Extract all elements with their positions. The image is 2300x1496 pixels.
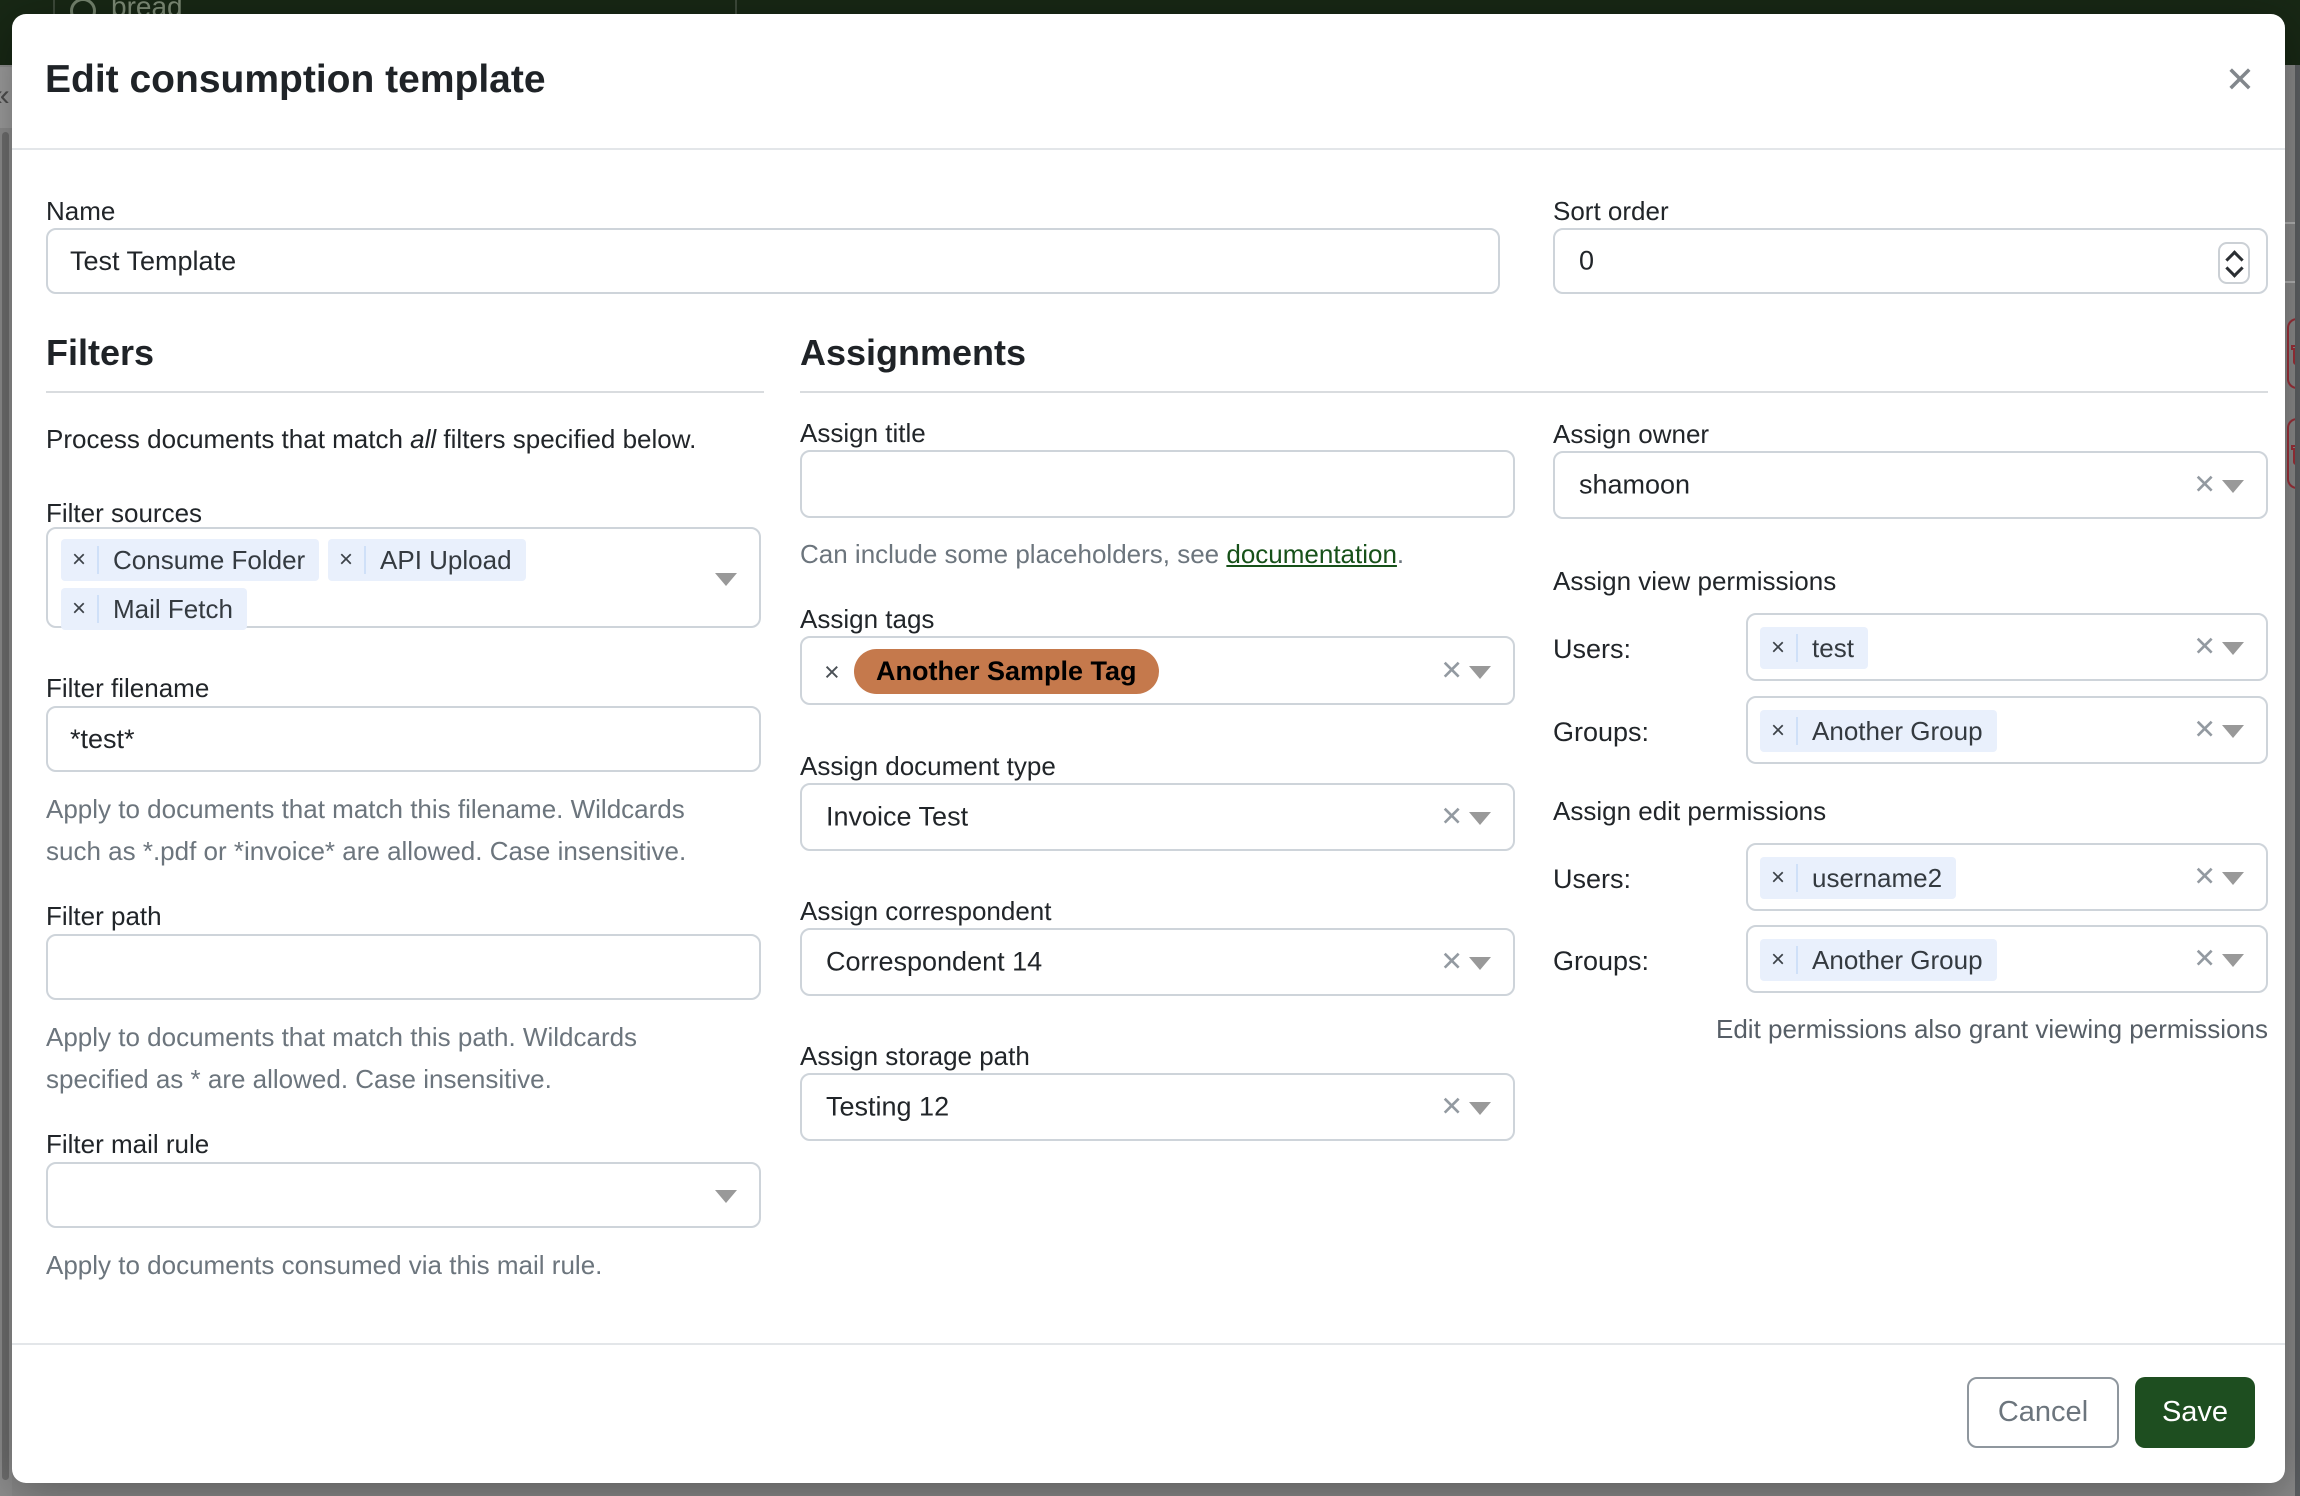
collapse-chevrons-icon: « [0,79,10,113]
group-tag: × Another Group [1760,939,1997,981]
view-users-select[interactable]: × test ✕ [1746,613,2268,681]
view-users-label: Users: [1553,634,1631,665]
cancel-button[interactable]: Cancel [1967,1377,2119,1448]
clear-icon[interactable]: ✕ [1440,802,1463,833]
remove-tag-icon[interactable]: × [328,546,366,574]
edit-groups-select[interactable]: × Another Group ✕ [1746,925,2268,993]
filters-heading: Filters [46,332,154,374]
remove-tag-icon[interactable]: × [1760,864,1798,892]
filter-sources-label: Filter sources [46,498,202,529]
source-tag: × API Upload [328,539,526,581]
chevron-down-icon[interactable] [2222,954,2244,967]
filter-path-input[interactable] [46,934,761,1000]
chevron-down-icon[interactable] [1469,1102,1491,1115]
intro-emphasis: all [410,424,436,454]
assign-tags-select[interactable]: × Another Sample Tag ✕ [800,636,1515,705]
left-scrollbar-thumb[interactable] [2,132,9,1480]
chevron-down-icon[interactable] [2222,725,2244,738]
assign-correspondent-label: Assign correspondent [800,896,1051,927]
chevron-down-icon[interactable] [2222,480,2244,493]
chevron-down-icon[interactable] [715,1190,737,1203]
assignments-rule [800,391,2268,393]
assign-title-input[interactable] [800,450,1515,518]
page-scrollbar[interactable] [2295,65,2300,1496]
table-row-divider [2285,281,2295,283]
remove-tag-icon[interactable]: × [61,595,99,623]
edit-users-label: Users: [1553,864,1631,895]
assign-owner-select[interactable]: shamoon ✕ [1553,451,2268,519]
name-label: Name [46,196,115,227]
filters-intro: Process documents that match all filters… [46,424,696,455]
chevron-down-icon[interactable] [1469,666,1491,679]
clear-icon[interactable]: ✕ [1440,1092,1463,1123]
chevron-down-icon[interactable] [715,573,737,586]
close-icon[interactable]: ✕ [2216,56,2264,104]
filter-filename-input[interactable] [46,706,761,772]
assign-view-permissions-label: Assign view permissions [1553,566,1836,597]
clear-icon[interactable]: ✕ [2193,470,2216,501]
filter-sources-multiselect[interactable]: × Consume Folder × API Upload × Mail Fet… [46,527,761,628]
group-tag: × Another Group [1760,710,1997,752]
table-row-divider [2285,222,2295,224]
user-tag: × test [1760,627,1868,669]
assign-storage-path-label: Assign storage path [800,1041,1030,1072]
filter-mail-rule-select[interactable] [46,1162,761,1228]
remove-tag-icon[interactable]: × [61,546,99,574]
filter-path-help: Apply to documents that match this path.… [46,1016,706,1100]
background-left-edge: « [0,65,12,1496]
save-button[interactable]: Save [2135,1377,2255,1448]
assign-title-label: Assign title [800,418,926,449]
clear-icon[interactable]: ✕ [2193,715,2216,746]
remove-tag-icon[interactable]: × [1760,634,1798,662]
tag-badge: Another Sample Tag [854,649,1159,694]
chevron-down-icon[interactable] [1469,957,1491,970]
name-input[interactable] [46,228,1500,294]
view-groups-select[interactable]: × Another Group ✕ [1746,696,2268,764]
remove-tag-icon[interactable]: × [1760,946,1798,974]
clear-icon[interactable]: ✕ [1440,655,1463,686]
number-spinner-icon[interactable] [2218,242,2250,284]
source-tag: × Consume Folder [61,539,319,581]
dialog-title: Edit consumption template [45,58,546,102]
filter-mail-rule-help: Apply to documents consumed via this mai… [46,1244,746,1286]
clear-icon[interactable]: ✕ [2193,944,2216,975]
chevron-down-icon[interactable] [2222,872,2244,885]
background-right-edge [2285,65,2300,1496]
clear-icon[interactable]: ✕ [2193,632,2216,663]
chevron-down-icon[interactable] [1469,812,1491,825]
assignments-heading: Assignments [800,332,1026,374]
assign-tags-label: Assign tags [800,604,934,635]
assign-storage-path-select[interactable]: Testing 12 ✕ [800,1073,1515,1141]
filter-filename-label: Filter filename [46,673,209,704]
assign-title-help: Can include some placeholders, see docum… [800,533,1515,575]
remove-tag-icon[interactable]: × [824,657,840,688]
assign-edit-permissions-label: Assign edit permissions [1553,796,1826,827]
filters-rule [46,391,764,393]
chevron-down-icon[interactable] [2222,642,2244,655]
documentation-link[interactable]: documentation [1226,539,1397,569]
source-tag: × Mail Fetch [61,588,247,630]
sort-order-label: Sort order [1553,196,1669,227]
sort-order-stepper[interactable]: 0 [1553,228,2268,294]
sort-order-value: 0 [1579,246,1594,277]
header-divider [12,148,2285,150]
edit-permissions-note: Edit permissions also grant viewing perm… [1553,1014,2268,1045]
sidebar-collapse-button[interactable]: « [0,67,12,128]
clear-icon[interactable]: ✕ [1440,947,1463,978]
edit-groups-label: Groups: [1553,946,1649,977]
filter-filename-help: Apply to documents that match this filen… [46,788,726,872]
assign-document-type-label: Assign document type [800,751,1056,782]
assign-owner-label: Assign owner [1553,419,1709,450]
clear-icon[interactable]: ✕ [2193,862,2216,893]
assign-correspondent-select[interactable]: Correspondent 14 ✕ [800,928,1515,996]
user-tag: × username2 [1760,857,1956,899]
filter-path-label: Filter path [46,901,162,932]
edit-consumption-template-dialog: Edit consumption template ✕ Name Sort or… [12,14,2285,1483]
filter-mail-rule-label: Filter mail rule [46,1129,209,1160]
edit-users-select[interactable]: × username2 ✕ [1746,843,2268,911]
remove-tag-icon[interactable]: × [1760,717,1798,745]
view-groups-label: Groups: [1553,717,1649,748]
footer-divider [12,1343,2285,1345]
assign-document-type-select[interactable]: Invoice Test ✕ [800,783,1515,851]
